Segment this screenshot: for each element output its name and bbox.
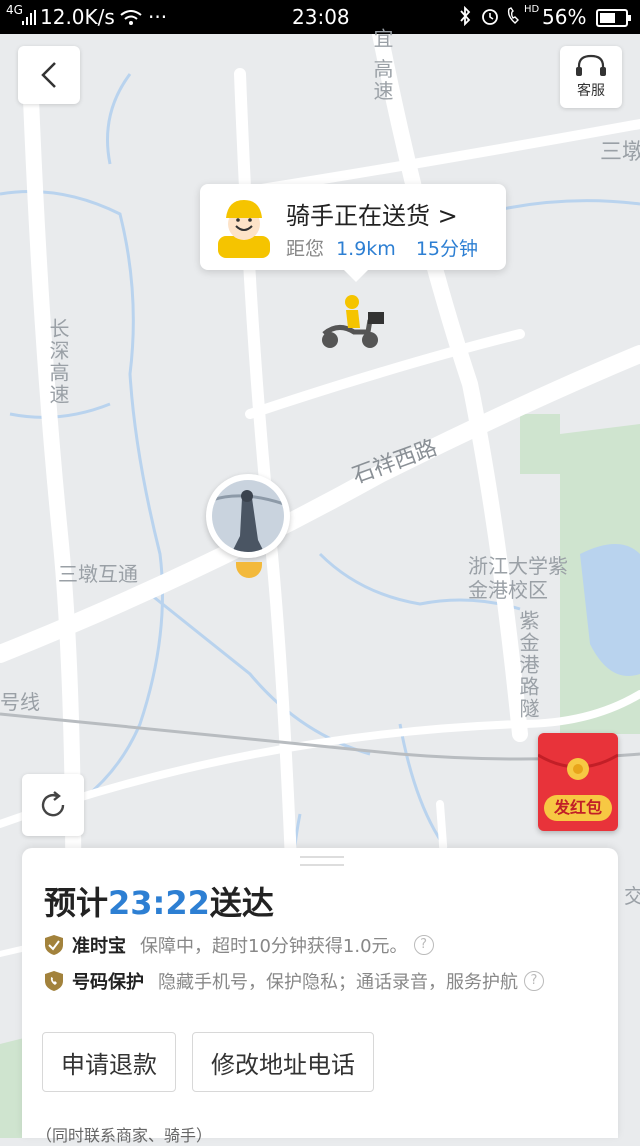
- guarantee-title: 准时宝: [72, 936, 126, 957]
- drag-handle[interactable]: [300, 856, 344, 866]
- red-packet-button[interactable]: 发红包: [538, 733, 618, 831]
- eta-suffix: 送达: [209, 884, 274, 922]
- rider-status-text: 骑手正在送货: [286, 202, 430, 230]
- map-label-san: 三墩: [600, 140, 640, 165]
- network-type: 4G: [6, 3, 23, 17]
- help-icon[interactable]: ?: [413, 935, 434, 955]
- customer-service-label: 客服: [577, 83, 605, 99]
- map-label-line: 号线: [0, 690, 40, 714]
- rider-eta: 15分钟: [415, 238, 479, 260]
- shield-phone-icon: [45, 971, 63, 991]
- shield-check-icon: [45, 935, 63, 955]
- guarantee-number-protect: 号码保护 隐藏手机号，保护隐私；通话录音，服务护航 ?: [44, 968, 544, 994]
- rider-scooter-icon: [322, 295, 384, 348]
- map-label-zijingang: 紫金港路隧: [516, 610, 540, 720]
- clock: 23:08: [292, 5, 350, 29]
- battery-icon: [596, 8, 632, 32]
- rider-distance: 1.9km: [336, 238, 396, 260]
- rider-avatar-icon: [218, 200, 270, 258]
- user-avatar: [212, 480, 284, 552]
- signal-icon: [22, 7, 36, 31]
- chevron-left-icon: [41, 62, 56, 88]
- refresh-icon: [41, 791, 65, 817]
- modify-address-button[interactable]: 修改地址电话: [192, 1032, 374, 1092]
- user-location-pin: [206, 474, 290, 558]
- red-envelope-icon: [538, 753, 618, 780]
- distance-prefix: 距您: [286, 238, 325, 260]
- status-dots: ···: [148, 5, 168, 29]
- eta-time: 23:22: [108, 884, 210, 922]
- order-info-card: 预计23:22送达 准时宝 保障中，超时10分钟获得1.0元。 ? 号码保护 隐…: [22, 848, 618, 1145]
- refund-button[interactable]: 申请退款: [42, 1032, 176, 1092]
- map-label-zju: 浙江大学紫金港校区: [468, 554, 568, 602]
- guarantee-desc: 隐藏手机号，保护隐私；通话录音，服务护航: [158, 972, 518, 993]
- guarantee-ontime: 准时宝 保障中，超时10分钟获得1.0元。 ?: [44, 932, 434, 958]
- network-speed: 12.0K/s: [40, 5, 115, 29]
- bluetooth-icon: [458, 5, 472, 31]
- guarantee-title: 号码保护: [72, 972, 144, 993]
- headset-icon: [576, 54, 606, 76]
- map-label-expressway-top: 宜 高速: [370, 28, 394, 103]
- eta-prefix: 预计: [44, 884, 109, 922]
- rider-status-arrow: >: [437, 202, 458, 230]
- red-packet-label: 发红包: [544, 795, 612, 821]
- back-button[interactable]: [18, 46, 80, 104]
- hd-badge: HD: [524, 4, 540, 15]
- status-bar: 4G 12.0K/s ··· 23:08 HD 56%: [0, 0, 640, 34]
- map-label-changshen: 长深高速: [46, 318, 70, 406]
- guarantee-desc: 保障中，超时10分钟获得1.0元。: [140, 936, 408, 957]
- map-label-jiao: 交: [624, 884, 640, 908]
- alarm-icon: [480, 6, 500, 31]
- battery-percent: 56%: [542, 5, 587, 29]
- help-icon[interactable]: ?: [524, 971, 544, 991]
- footer-note: （同时联系商家、骑手）: [36, 1126, 213, 1145]
- customer-service-button[interactable]: 客服: [560, 46, 622, 108]
- refresh-button[interactable]: [22, 774, 84, 836]
- eta-heading: 预计23:22送达: [44, 878, 274, 924]
- wifi-icon: [120, 7, 142, 31]
- map-label-sandun: 三墩互通: [58, 562, 138, 586]
- rider-status-bubble[interactable]: 骑手正在送货 > 距您 1.9km 15分钟: [200, 184, 506, 282]
